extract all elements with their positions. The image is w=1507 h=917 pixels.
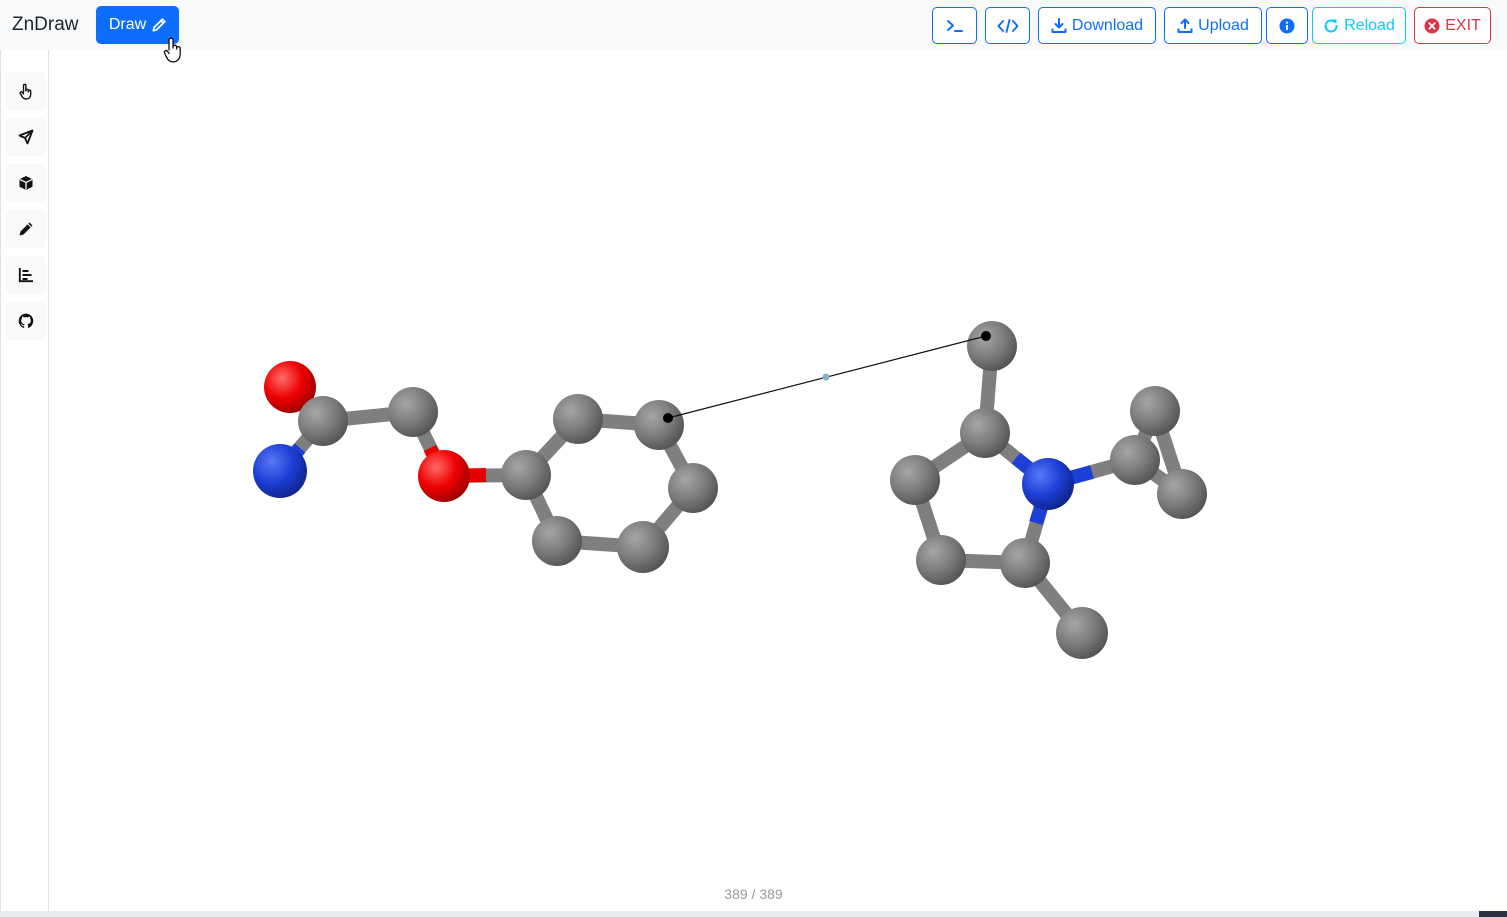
draw-button-label: Draw [108,16,147,33]
atom-carbon[interactable] [298,396,348,446]
bottom-scroll-strip [0,911,1507,917]
atom-carbon[interactable] [668,463,718,513]
cube-icon [19,176,33,190]
atom-carbon[interactable] [553,394,603,444]
upload-button[interactable]: Upload [1164,7,1262,44]
pencil-icon [152,17,166,31]
terminal-icon [946,19,963,32]
atom-carbon[interactable] [1056,607,1108,659]
code-button[interactable] [985,7,1030,44]
sidebar-item-selection[interactable] [6,118,46,156]
atom-carbon[interactable] [388,387,438,437]
sidebar-item-draw[interactable] [6,210,46,248]
reload-icon [1324,19,1338,32]
atom-carbon[interactable] [916,535,966,585]
reload-button-label: Reload [1344,16,1395,34]
line-endpoint-handle[interactable] [981,331,991,341]
atom-carbon[interactable] [1130,386,1180,436]
line-endpoint-handle[interactable] [663,413,673,423]
drawing-line [663,331,991,423]
github-icon [18,313,34,329]
pointer-hand-icon [19,83,32,100]
pencil-icon [19,222,33,236]
molecule-viewer-canvas[interactable] [50,50,1507,911]
info-icon [1279,18,1295,33]
atom-oxygen[interactable] [418,450,470,502]
sidebar-item-github[interactable] [6,302,46,340]
atom-nitrogen[interactable] [1022,458,1074,510]
atom-carbon[interactable] [1000,538,1050,588]
atom-carbon[interactable] [1157,469,1207,519]
exit-button-label: EXIT [1445,16,1481,34]
reload-button[interactable]: Reload [1312,7,1406,44]
zndraw-app: ZnDraw Draw Download Upload Reload EXIT … [0,0,1507,917]
bar-chart-icon [18,268,33,283]
upload-button-label: Upload [1198,16,1249,34]
bottom-corner [1479,911,1507,917]
atom-carbon[interactable] [967,321,1017,371]
code-icon [997,18,1018,33]
frame-counter: 389 / 389 [724,886,783,902]
atom-carbon[interactable] [1110,435,1160,485]
sidebar-item-geometry[interactable] [6,164,46,202]
atom-carbon[interactable] [501,450,551,500]
hand-cursor-icon [163,37,181,63]
sidebar-item-analysis[interactable] [6,256,46,294]
download-icon [1051,17,1067,33]
close-circle-icon [1424,18,1440,33]
atom-carbon[interactable] [890,455,940,505]
atom-carbon[interactable] [617,521,669,573]
download-button-label: Download [1071,16,1144,34]
exit-button[interactable]: EXIT [1414,7,1491,44]
download-button[interactable]: Download [1038,7,1156,44]
upload-icon [1177,18,1193,33]
send-plane-icon [18,129,34,145]
atom-carbon[interactable] [532,516,582,566]
atom-nitrogen[interactable] [253,444,307,498]
terminal-button[interactable] [932,7,977,44]
line-midpoint-handle[interactable] [822,373,830,381]
info-button[interactable] [1266,7,1308,44]
atom-carbon[interactable] [634,400,684,450]
tool-sidebar [0,50,49,912]
app-title: ZnDraw [12,14,79,35]
atom-carbon[interactable] [960,408,1010,458]
top-navbar: ZnDraw Draw Download Upload Reload EXIT [0,0,1507,50]
sidebar-item-interaction[interactable] [6,72,46,110]
